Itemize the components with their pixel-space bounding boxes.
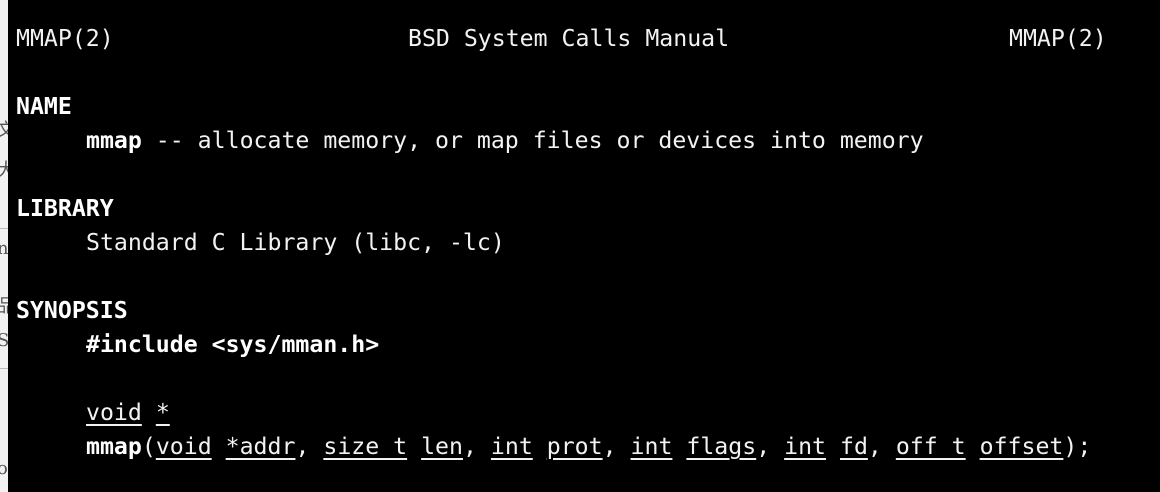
return-type-line: void *	[86, 396, 170, 430]
background-glyph: 文	[0, 116, 8, 142]
arg-type: size_t	[323, 433, 408, 460]
man-header-right: MMAP(2)	[1009, 25, 1107, 52]
arg-name: prot	[546, 433, 603, 460]
man-header-left: MMAP(2)	[16, 25, 114, 52]
section-heading-synopsis: SYNOPSIS	[16, 297, 128, 324]
background-divider	[0, 228, 8, 229]
library-text: Standard C Library (libc, -lc)	[86, 229, 505, 256]
arg-type: int	[490, 433, 533, 460]
arg-type: int	[630, 433, 673, 460]
name-line: mmap -- allocate memory, or map files or…	[86, 124, 924, 158]
background-glyph: 品	[0, 292, 8, 318]
section-heading-library: LIBRARY	[16, 195, 114, 222]
return-type: void	[86, 399, 142, 426]
function-name: mmap	[86, 433, 142, 460]
return-pointer: *	[155, 399, 170, 426]
arg-name: offset	[979, 433, 1064, 460]
arg-type: off_t	[895, 433, 966, 460]
background-window-edge: 文 大 n 品 S o	[0, 0, 8, 492]
background-glyph: 大	[0, 156, 8, 182]
command-description: -- allocate memory, or map files or devi…	[141, 127, 924, 154]
function-signature: mmap(void *addr, size_t len, int prot, i…	[86, 433, 1092, 460]
arg-name: len	[421, 433, 463, 460]
arg-name: *addr	[225, 433, 296, 460]
arg-name: flags	[686, 433, 757, 460]
arg-type: int	[784, 433, 827, 460]
open-paren: (	[141, 433, 156, 460]
arg-name: fd	[839, 433, 868, 460]
background-glyph: o	[0, 458, 8, 479]
arg-type: void	[155, 433, 212, 460]
man-header-title: BSD System Calls Manual	[408, 25, 730, 52]
close-paren: );	[1063, 433, 1092, 460]
section-heading-name: NAME	[16, 93, 72, 120]
terminal-window[interactable]: MMAP(2) BSD System Calls Manual MMAP(2) …	[8, 0, 1160, 492]
command-name: mmap	[86, 127, 142, 154]
include-directive: #include <sys/mman.h>	[86, 331, 380, 358]
background-glyph: S	[0, 330, 8, 351]
background-divider	[0, 368, 8, 369]
background-glyph: n	[0, 238, 8, 259]
